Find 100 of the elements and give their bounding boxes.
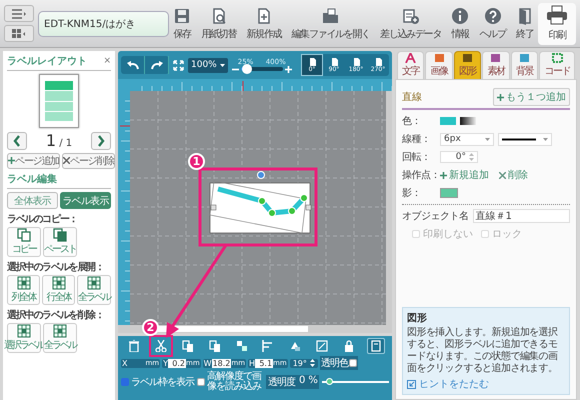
zoom-dropdown[interactable]: 100%	[188, 58, 228, 72]
collapse-hint-link[interactable]: ヒントをたたむ	[407, 377, 489, 391]
caret-icon	[220, 64, 225, 66]
grid-icon	[87, 276, 101, 290]
label-action-button[interactable]: 列全体	[7, 275, 40, 305]
layer-icon	[289, 340, 302, 352]
group-heading: 選択中のラベルを展開：	[7, 260, 105, 274]
object-name-field[interactable]: 直線＃1	[472, 209, 570, 223]
toolbar-button[interactable]: 用紙切替	[201, 6, 236, 40]
toolbar-button[interactable]: 情報	[451, 6, 470, 40]
page-rotation-icon	[308, 58, 316, 66]
line-style-dropdown[interactable]	[498, 132, 552, 146]
rotation-field[interactable]: 0°	[440, 151, 478, 163]
fit-to-screen-icon[interactable]	[173, 60, 184, 70]
previous-page-button[interactable]	[7, 132, 27, 150]
property-label: 影：	[402, 187, 422, 200]
shadow-color-swatch[interactable]	[440, 188, 458, 198]
panel-title: ラベルレイアウト	[7, 55, 87, 68]
add-another-button[interactable]: もう１つ追加	[493, 88, 570, 106]
zoom-slider-thumb[interactable]	[242, 64, 252, 74]
menu-icon	[12, 8, 26, 18]
line-color-swatch[interactable]	[440, 117, 456, 125]
label-action-button[interactable]: コピー	[7, 227, 41, 257]
toolbar-button[interactable]: 編集ファイルを開く	[291, 6, 370, 40]
page-button[interactable]: ページ削除	[62, 153, 116, 169]
transparent-color-option[interactable]: 透明色	[320, 356, 358, 370]
label-thumbnail[interactable]	[45, 102, 73, 111]
file-name-field[interactable]: EDT-KNM15/はがき	[38, 10, 169, 36]
trash-icon	[128, 340, 140, 352]
help-icon	[484, 6, 502, 24]
page-button[interactable]: ページ追加	[7, 153, 60, 169]
paste-icon	[53, 228, 67, 242]
category-tab[interactable]: 文字	[397, 51, 424, 79]
label-thumbnail[interactable]	[45, 91, 73, 100]
toolbar-button[interactable]: 差し込みデータ	[380, 6, 441, 40]
page-rotation-icon	[330, 58, 338, 66]
menu-button[interactable]	[4, 5, 34, 22]
label-action-button[interactable]: 全ラベル	[77, 275, 111, 305]
print-button[interactable]: 印刷	[538, 2, 576, 44]
lock-icon	[342, 340, 355, 352]
property-label: 回転：	[402, 151, 432, 164]
label-with-line-drawing[interactable]	[210, 171, 312, 234]
line-width-dropdown[interactable]: 6px	[440, 132, 494, 146]
zoom-in-icon[interactable]	[284, 66, 292, 72]
page-rotation-icon	[352, 58, 360, 66]
group-heading: 選択中のラベルを削除：	[7, 308, 105, 322]
property-label: オブジェクト名	[402, 210, 468, 223]
property-label: 操作点：	[402, 168, 436, 182]
toolbar-button[interactable]: ヘルプ	[480, 6, 506, 40]
label-action-button[interactable]: 全ラベル	[43, 323, 77, 353]
redo-icon	[150, 60, 164, 70]
group-heading: ラベルのコピー：	[7, 212, 78, 226]
view-toggle[interactable]: ラベル表示	[60, 192, 111, 209]
label-thumbnail[interactable]	[45, 112, 73, 121]
close-button[interactable]: ×	[103, 56, 111, 66]
zoom-out-icon[interactable]	[232, 66, 239, 72]
label-thumbnail[interactable]	[45, 81, 73, 90]
show-frame-checkbox[interactable]: ラベル枠を表示	[121, 375, 194, 389]
caret-icon	[485, 138, 490, 140]
add-point-button[interactable]: 新規追加	[440, 168, 489, 182]
plus-icon	[440, 172, 447, 178]
fit-icon	[316, 340, 328, 352]
category-tab[interactable]: 背景	[510, 51, 538, 79]
info-icon	[451, 6, 470, 24]
rotation-spinner[interactable]: 19°	[290, 358, 318, 368]
label-action-button[interactable]: 行全体	[42, 275, 75, 305]
page-total: / 1	[59, 138, 72, 149]
object-tool-button[interactable]	[366, 338, 385, 354]
hint-title: 図形	[407, 312, 428, 325]
save-icon	[173, 6, 191, 24]
category-tab[interactable]: 画像	[425, 51, 453, 79]
spinner-arrows-icon	[469, 153, 474, 161]
grid-icon	[53, 324, 67, 338]
chevron-left-icon	[13, 134, 21, 146]
next-page-button[interactable]	[90, 132, 111, 150]
vertical-scrollbar[interactable]	[386, 91, 392, 325]
folder-icon	[322, 6, 340, 24]
grid-icon	[52, 276, 66, 290]
page-rotation-icon	[374, 58, 382, 66]
property-label: 色：	[402, 115, 422, 128]
view-toggle[interactable]: 全体表示	[7, 192, 58, 209]
arrange-icon	[236, 340, 248, 352]
label-action-button[interactable]: ペースト	[43, 227, 77, 257]
category-tab[interactable]: 素材	[482, 51, 510, 79]
property-label: 線種：	[402, 133, 432, 146]
toolbar-button[interactable]: 保存	[173, 6, 191, 40]
delete-point-button[interactable]: 削除	[499, 168, 528, 182]
gradient-swatch[interactable]	[460, 117, 476, 125]
grid-view-button[interactable]	[4, 25, 34, 42]
text-icon	[405, 53, 416, 63]
close-icon	[63, 157, 70, 164]
toolbar-button[interactable]: 終了	[516, 6, 534, 40]
category-tab[interactable]: 図形	[454, 51, 482, 79]
object-tool-button[interactable]	[152, 338, 170, 354]
toolbar-button[interactable]: 新規作成	[246, 6, 282, 40]
opacity-field[interactable]: 透明度 0 %	[266, 375, 319, 389]
high-resolution-checkbox[interactable]: 高解像度で画像を読み込み	[197, 372, 263, 392]
category-tab[interactable]: コード	[539, 51, 576, 79]
page-icon	[370, 340, 382, 352]
grid-icon	[17, 324, 31, 338]
